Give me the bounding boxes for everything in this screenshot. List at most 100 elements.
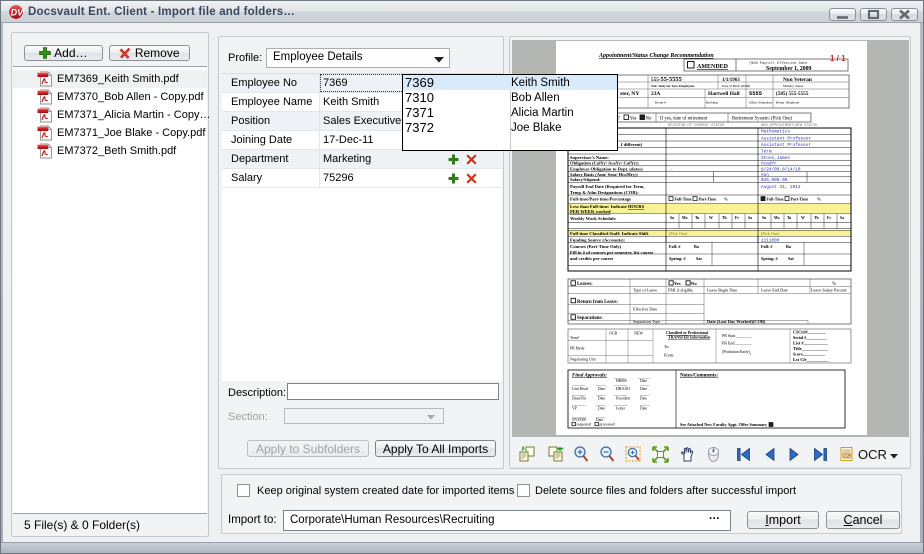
svg-text:Date: Date <box>596 418 603 422</box>
svg-text:%: % <box>817 196 821 201</box>
svg-text:W: W <box>801 216 805 220</box>
svg-text:Date: Date <box>598 387 605 391</box>
svg-text:requested: requested <box>577 423 592 427</box>
svg-text:processed: processed <box>600 423 615 427</box>
svg-text:Title____________: Title____________ <box>793 346 829 351</box>
svg-text:Assistant Professor: Assistant Professor <box>761 137 811 142</box>
svg-text:Yes: Yes <box>674 281 681 286</box>
svg-text:PR End:________: PR End:________ <box>722 341 752 346</box>
svg-text:August 31, 2012: August 31, 2012 <box>761 185 801 190</box>
svg-text:Negotiating Unit: Negotiating Unit <box>570 358 597 362</box>
svg-text:Letter: Letter <box>616 407 626 411</box>
svg-text:NEW: NEW <box>634 331 643 336</box>
svg-text:1111000: 1111000 <box>761 239 780 244</box>
svg-text:AMENDED: AMENDED <box>697 64 729 70</box>
svg-text:NEW APPOINTMENT/NEW STATUS: NEW APPOINTMENT/NEW STATUS <box>761 123 817 128</box>
svg-text:HR/SAO: HR/SAO <box>616 387 630 391</box>
svg-text:Part-Time: Part-Time <box>791 196 809 201</box>
svg-text:Retirement System: (Pick One): Retirement System: (Pick One) <box>732 117 792 122</box>
svg-text:Home Telephone: Home Telephone <box>776 101 800 105</box>
svg-text:Room #: Room # <box>655 101 666 105</box>
svg-text:Salary/Stipend:: Salary/Stipend: <box>570 177 601 182</box>
svg-text:Leave Salary Percent: Leave Salary Percent <box>811 288 847 293</box>
svg-text:Leave End Date: Leave End Date <box>761 288 788 293</box>
svg-text:_______: _______ <box>571 392 585 396</box>
svg-text:Full-time Classified Staff: I: Full-time Classified Staff: Indicate Shi… <box>570 231 649 236</box>
svg-text:Spring: #: Spring: # <box>761 256 779 261</box>
svg-text:PR Mode: PR Mode <box>570 347 585 351</box>
svg-text:%: % <box>832 282 836 287</box>
svg-text:Date of Birth (DOB): Date of Birth (DOB) <box>722 84 750 88</box>
svg-text:Obligation (CalYr/ AcaYr/ CofY: Obligation (CalYr/ AcaYr/ CofYr): <box>570 160 639 165</box>
svg-text:(585) 555-5555: (585) 555-5555 <box>776 90 809 97</box>
svg-text:Date: Date <box>640 387 647 391</box>
svg-text:Separation Type: Separation Type <box>633 319 660 324</box>
svg-text:OCR: OCR <box>843 454 851 458</box>
svg-text:VP: VP <box>572 407 577 411</box>
svg-text:Mo: Mo <box>682 216 688 220</box>
svg-text:Full-Time: Full-Time <box>675 196 692 201</box>
svg-text:Term: Term <box>761 150 772 155</box>
svg-text:Separations:: Separations: <box>577 316 603 321</box>
svg-text:Temp & Adm Designations (COR):: Temp & Adm Designations (COR): <box>570 190 639 195</box>
svg-text:Fall: #: Fall: # <box>669 244 681 249</box>
svg-text:_____: _____ <box>639 383 650 387</box>
svg-text:Final Approvals:: Final Approvals: <box>572 374 607 379</box>
svg-text:Fr: Fr <box>735 216 739 220</box>
svg-text:If yes, date of retirement: If yes, date of retirement <box>660 117 708 122</box>
svg-text:No: No <box>646 117 652 122</box>
svg-text:Yes: Yes <box>630 117 637 122</box>
svg-text:Date (Last Day Worked)(COB): Date (Last Day Worked)(COB) <box>707 319 766 324</box>
svg-text:Leave Begin Date: Leave Begin Date <box>707 288 737 293</box>
svg-text:PR Start________: PR Start________ <box>722 333 752 338</box>
svg-text:CSCtrl#_________: CSCtrl#_________ <box>793 330 827 335</box>
svg-text:Dean/Dir: Dean/Dir <box>572 397 587 401</box>
svg-text:Courses (Part-Time Only): Courses (Part-Time Only) <box>570 244 622 249</box>
svg-text:Date: Date <box>640 407 647 411</box>
svg-text:and credits per course: and credits per course <box>570 256 613 261</box>
svg-text:Classified or Professional: Classified or Professional <box>666 331 709 335</box>
svg-text:1/1/1963: 1/1/1963 <box>722 78 740 83</box>
svg-text:Full-time/Part-time/Percentage: Full-time/Part-time/Percentage <box>570 196 631 201</box>
svg-text:AcadYr: AcadYr <box>761 161 777 166</box>
svg-text:FMLA eligible: FMLA eligible <box>668 288 693 293</box>
svg-text:Employee Obligation to Dept. (: Employee Obligation to Dept. (dates) <box>570 166 643 171</box>
svg-text:Mo: Mo <box>774 216 780 220</box>
svg-text:Fall: #: Fall: # <box>761 244 773 249</box>
svg-text:OCR: OCR <box>609 331 618 336</box>
svg-text:DV: DV <box>11 8 24 18</box>
svg-text:Hartwell Hall: Hartwell Hall <box>708 91 740 97</box>
svg-text:Appointment/Status Change Reco: Appointment/Status Change Recommendation <box>598 53 714 59</box>
svg-text:Office Telephone: Office Telephone <box>749 101 773 105</box>
svg-text:Return from Leave:: Return from Leave: <box>577 300 618 305</box>
svg-text:REVISION OF CURRENT STATUS: REVISION OF CURRENT STATUS <box>668 124 724 128</box>
svg-text:SS#: Only for New Employees: SS#: Only for New Employees <box>651 84 695 88</box>
svg-text:_____: _____ <box>595 383 606 387</box>
svg-text:%: % <box>724 196 728 201</box>
svg-text:8/24/09-8/14/10: 8/24/09-8/14/10 <box>761 167 801 172</box>
svg-text:Sat: Sat <box>696 256 702 261</box>
svg-text:Effective Date: Effective Date <box>633 307 657 312</box>
svg-text:Assistant Professor: Assistant Professor <box>761 143 811 148</box>
svg-text:_____: _____ <box>639 392 650 396</box>
svg-text:1 / 1: 1 / 1 <box>830 54 846 63</box>
svg-text:Military Status: Military Status <box>783 84 804 88</box>
svg-text:NYSTEP: NYSTEP <box>572 418 586 422</box>
svg-text:Fr: Fr <box>827 216 831 220</box>
svg-text:f different): f different) <box>621 142 643 147</box>
svg-text:Building: Building <box>706 101 718 105</box>
svg-text:_____: _____ <box>595 392 606 396</box>
svg-text:555-55-5555: 555-55-5555 <box>651 76 682 83</box>
svg-text:Type of Leave: Type of Leave <box>633 288 657 293</box>
svg-text:Full-Time: Full-Time <box>767 196 784 201</box>
svg-text:Fill in # of courses per semes: Fill in # of courses per semester, list … <box>570 250 653 255</box>
svg-text:Leaves:: Leaves: <box>577 282 593 287</box>
svg-text:Serial #__________: Serial #__________ <box>793 335 828 340</box>
svg-text:Payroll End Date (Required for: Payroll End Date (Required for Term, <box>570 184 645 189</box>
svg-text:_______: _______ <box>613 383 627 387</box>
svg-text:Sa: Sa <box>840 216 844 220</box>
svg-text:Spring: #: Spring: # <box>669 256 687 261</box>
svg-text:Non Veteran: Non Veteran <box>783 77 812 83</box>
svg-text:Lst Clr__________: Lst Clr__________ <box>793 357 829 362</box>
svg-text:No: No <box>691 281 697 286</box>
